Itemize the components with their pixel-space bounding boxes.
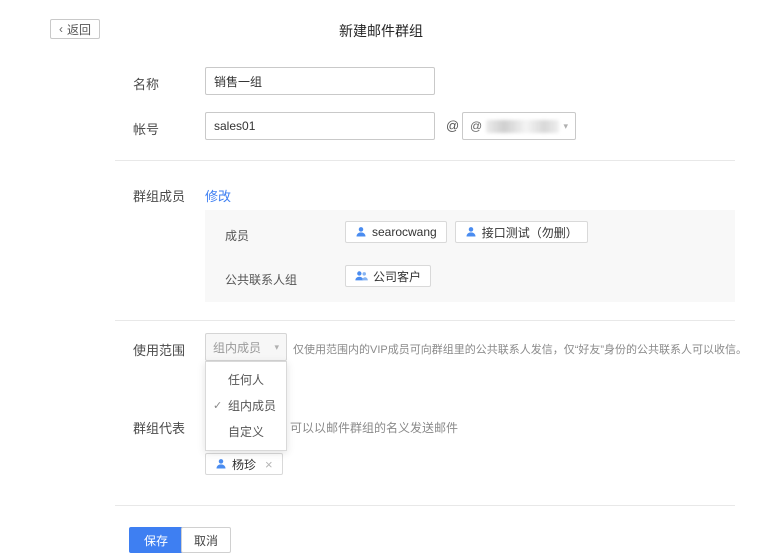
save-button[interactable]: 保存 — [129, 527, 183, 553]
modify-members-link[interactable]: 修改 — [205, 186, 231, 205]
member-tag-label: 接口测试（勿删） — [482, 224, 578, 241]
member-tag: searocwang — [345, 221, 447, 243]
new-mail-group-page: ‹ 返回 新建邮件群组 名称 帐号 @ @ ▾ 群组成员 修改 成员 searo… — [0, 0, 762, 558]
divider — [115, 160, 735, 161]
person-icon — [465, 226, 477, 238]
scope-selected-value: 组内成员 — [213, 339, 261, 356]
representative-tag: 杨珍 × — [205, 453, 283, 475]
members-panel: 成员 searocwang 接口测试（勿删） 公共联系人组 公司客户 — [205, 210, 735, 302]
page-title: 新建邮件群组 — [0, 21, 762, 41]
person-icon — [355, 226, 367, 238]
chevron-down-icon: ▾ — [563, 122, 568, 131]
name-label: 名称 — [133, 74, 159, 93]
member-tag-list: searocwang 接口测试（勿删） — [345, 221, 588, 243]
scope-select[interactable]: 组内成员 ▾ — [205, 333, 287, 361]
account-input[interactable] — [205, 112, 435, 140]
person-icon — [215, 458, 227, 470]
representative-label: 群组代表 — [133, 418, 185, 437]
representative-hint-text: 可以以邮件群组的名义发送邮件 — [290, 419, 458, 436]
scope-option-label: 自定义 — [228, 425, 264, 439]
scope-option-label: 组内成员 — [228, 399, 276, 413]
scope-hint-text: 仅使用范围内的VIP成员可向群组里的公共联系人发信，仅“好友”身份的公共联系人可… — [293, 341, 747, 357]
member-tag: 接口测试（勿删） — [455, 221, 588, 243]
contact-group-tag-list: 公司客户 — [345, 265, 431, 287]
check-icon: ✓ — [213, 393, 222, 419]
scope-option-label: 任何人 — [228, 373, 264, 387]
scope-option-group-members[interactable]: ✓ 组内成员 — [206, 393, 286, 419]
account-label: 帐号 — [133, 119, 159, 138]
scope-option-anyone[interactable]: 任何人 — [206, 367, 286, 393]
members-label: 群组成员 — [133, 186, 185, 205]
divider — [115, 320, 735, 321]
remove-icon[interactable]: × — [265, 457, 273, 472]
contact-group-tag-label: 公司客户 — [373, 268, 421, 285]
scope-dropdown: 任何人 ✓ 组内成员 自定义 — [205, 361, 287, 451]
cancel-button[interactable]: 取消 — [181, 527, 231, 553]
domain-at-prefix: @ — [470, 119, 482, 133]
group-icon — [355, 270, 368, 282]
divider — [115, 505, 735, 506]
at-symbol: @ — [446, 118, 459, 133]
scope-option-custom[interactable]: 自定义 — [206, 419, 286, 445]
contact-group-tag: 公司客户 — [345, 265, 431, 287]
member-row-label: 成员 — [225, 227, 249, 244]
name-input[interactable] — [205, 67, 435, 95]
scope-label: 使用范围 — [133, 340, 185, 359]
member-tag-label: searocwang — [372, 225, 437, 239]
representative-tag-label: 杨珍 — [232, 456, 256, 473]
contact-group-label: 公共联系人组 — [225, 271, 297, 288]
chevron-down-icon: ▾ — [274, 343, 279, 352]
redacted-domain — [486, 120, 559, 133]
domain-select[interactable]: @ ▾ — [462, 112, 576, 140]
